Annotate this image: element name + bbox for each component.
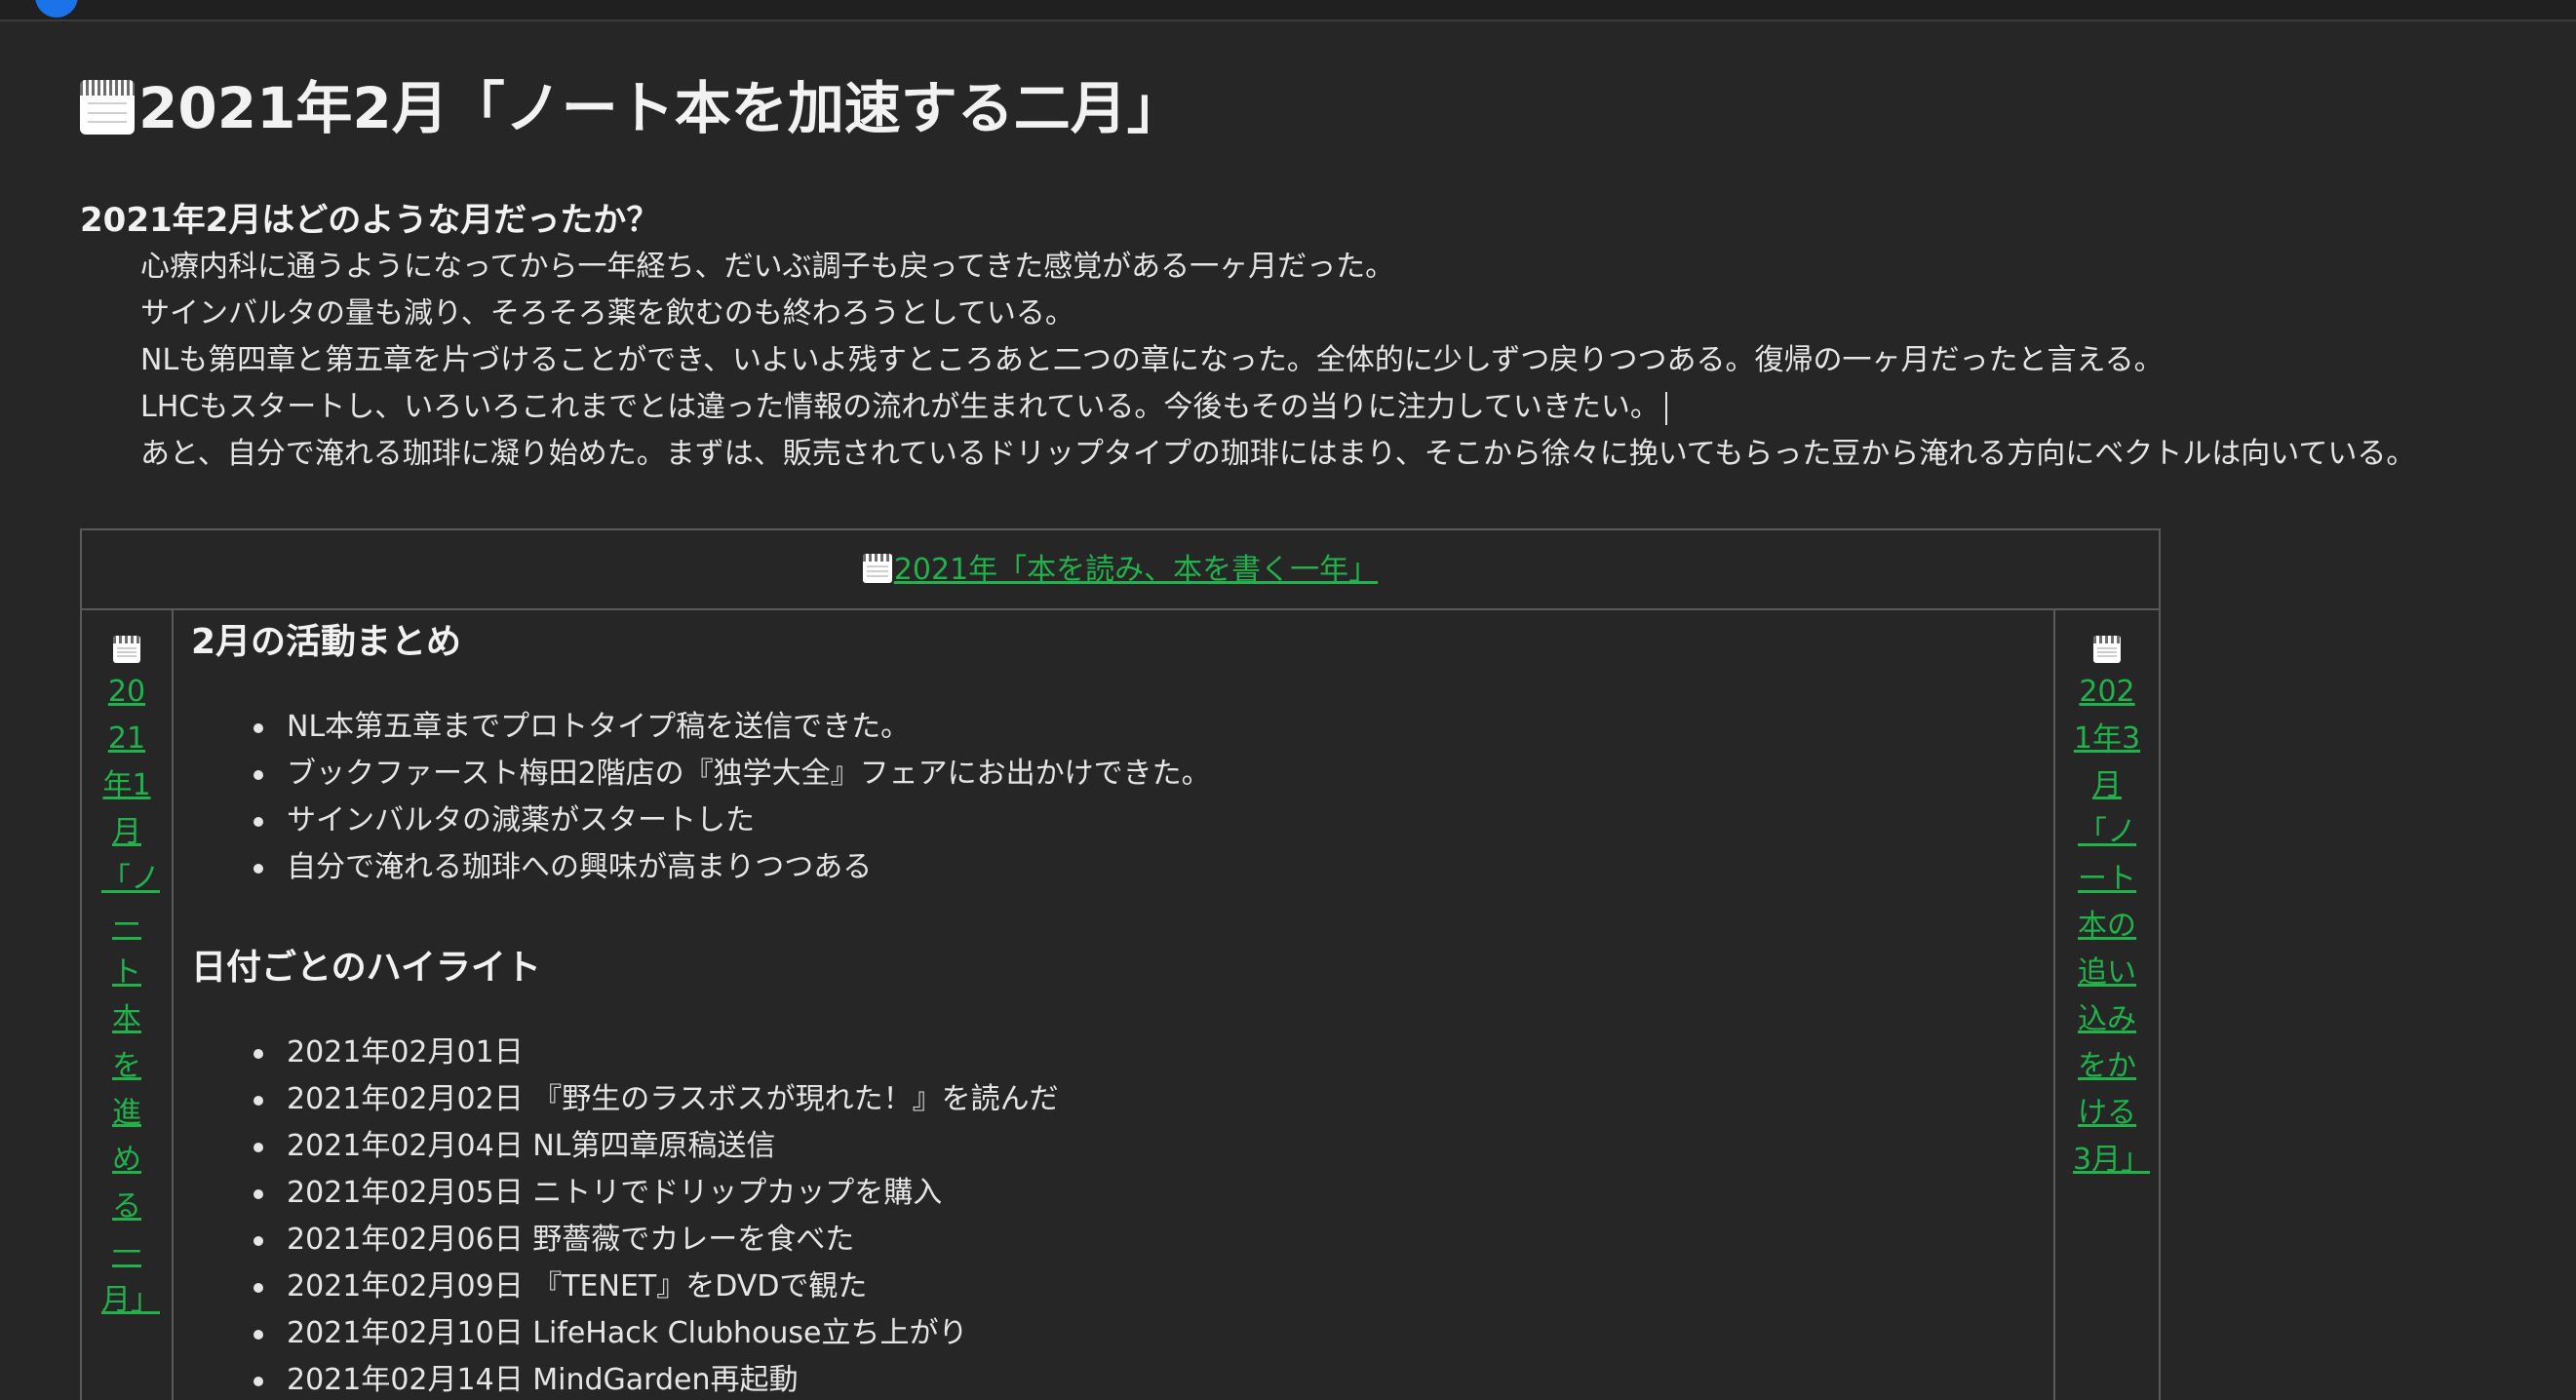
calendar-icon [862,553,892,583]
list-item: 2021年02月04日 NL第四章原稿送信 [191,1123,1059,1170]
intro-paragraph-1: 心療内科に通うようになってから一年経ち、だいぶ調子も戻ってきた感覚がある一ヶ月だ… [140,250,1395,284]
page-title: 2021年2月「ノート本を加速する二月」 [80,74,1184,142]
intro-paragraph-2: サインバルタの量も減り、そろそろ薬を飲むのも終わろうとしている。 [140,296,1074,331]
page-title-text: 2021年2月「ノート本を加速する二月」 [138,75,1184,141]
calendar-icon [113,636,140,663]
list-item: 2021年02月01日 [191,1030,1059,1076]
list-item: サインバルタの減薬がスタートした [191,797,1211,844]
list-item: 2021年02月06日 野薔薇でカレーを食べた [191,1217,1059,1264]
activities-list: NL本第五章までプロトタイプ稿を送信できた。 ブックファースト梅田2階店の『独学… [191,704,1211,891]
app-icon[interactable] [35,0,78,18]
nav-header: 2021年「本を読み、本を書く一年」 [82,530,2159,610]
intro-paragraph-5: あと、自分で淹れる珈琲に凝り始めた。まずは、販売されているドリップタイプの珈琲に… [140,437,2416,471]
activities-heading: 2月の活動まとめ [191,622,462,662]
list-item: 2021年02月14日 MindGarden再起動 [191,1357,1059,1400]
text-cursor [1664,391,1667,425]
prev-month-cell: 2021年1月「ノート本を進める一月」 [82,610,174,1400]
intro-paragraph-4[interactable]: LHCもスタートし、いろいろこれまでとは違った情報の流れが生まれている。今後もそ… [140,384,1667,431]
top-bar [0,0,2576,21]
intro-heading: 2021年2月はどのような月だったか？ [80,201,660,240]
list-item: NL本第五章までプロトタイプ稿を送信できた。 [191,704,1211,751]
calendar-icon [80,79,135,135]
calendar-icon [2093,636,2121,663]
intro-paragraph-3: NLも第四章と第五章を片づけることができ、いよいよ残すところあと二つの章になった… [140,343,2164,377]
year-link[interactable]: 2021年「本を読み、本を書く一年」 [894,553,1378,587]
list-item: 自分で淹れる珈琲への興味が高まりつつある [191,844,1211,891]
highlights-list: 2021年02月01日 2021年02月02日 『野生のラスボスが現れた！』を読… [191,1030,1059,1400]
prev-month-link[interactable]: 2021年1月「ノート本を進める一月」 [101,669,160,1324]
month-summary-cell: 2月の活動まとめ NL本第五章までプロトタイプ稿を送信できた。 ブックファースト… [174,610,2053,1400]
list-item: 2021年02月10日 LifeHack Clubhouse立ち上がり [191,1310,1059,1357]
highlights-heading: 日付ごとのハイライト [191,948,541,988]
list-item: ブックファースト梅田2階店の『独学大全』フェアにお出かけできた。 [191,751,1211,797]
list-item: 2021年02月02日 『野生のラスボスが現れた！』を読んだ [191,1076,1059,1123]
month-nav-table: 2021年「本を読み、本を書く一年」 2021年1月「ノート本を進める一月」 2… [80,528,2161,1400]
next-month-link[interactable]: 2021年3月「ノート本の追い込みをかける3月」 [2073,669,2150,1184]
list-item: 2021年02月09日 『TENET』をDVDで観た [191,1264,1059,1310]
next-month-cell: 2021年3月「ノート本の追い込みをかける3月」 [2053,610,2159,1400]
intro-paragraph-4-text: LHCもスタートし、いろいろこれまでとは違った情報の流れが生まれている。今後もそ… [140,390,1659,424]
list-item: 2021年02月05日 ニトリでドリップカップを購入 [191,1170,1059,1217]
